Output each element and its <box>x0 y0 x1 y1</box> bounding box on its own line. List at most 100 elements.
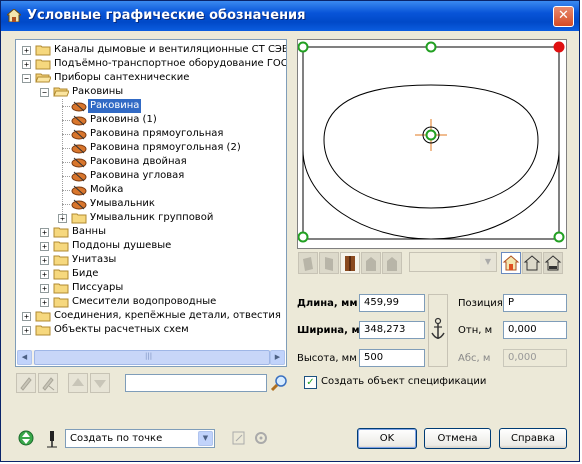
collapse-icon[interactable]: − <box>40 88 49 97</box>
expand-icon[interactable]: + <box>40 256 49 265</box>
view-button-2[interactable] <box>319 252 339 274</box>
chevron-down-icon[interactable]: ▼ <box>198 431 213 446</box>
symbol-tree[interactable]: + Каналы дымовые и вентиляционные СТ СЭВ … <box>15 39 287 367</box>
expand-icon[interactable]: + <box>22 46 31 55</box>
cancel-button[interactable]: Отмена <box>424 428 491 449</box>
sink-symbol-icon <box>71 142 87 154</box>
tree-item-label[interactable]: Соединения, крепёжные детали, отвестия <box>52 309 283 323</box>
symbol-preview[interactable] <box>297 39 567 249</box>
create-spec-label[interactable]: Создать объект спецификации <box>321 376 486 387</box>
tree-item[interactable]: − Раковины <box>16 85 286 99</box>
tree-item[interactable]: + Объекты расчетных схем <box>16 323 286 337</box>
view-button-4[interactable] <box>361 252 381 274</box>
collapse-icon[interactable]: − <box>22 74 31 83</box>
tree-item-label[interactable]: Унитазы <box>70 253 118 267</box>
tree-item-label[interactable]: Объекты расчетных схем <box>52 323 191 337</box>
tree-item-label[interactable]: Умывальник <box>88 197 157 211</box>
tree-tool-button-1[interactable] <box>16 373 36 393</box>
tree-item-label[interactable]: Смесители водопроводные <box>70 295 218 309</box>
filter-input[interactable] <box>125 374 267 392</box>
tree-item-label[interactable]: Раковина прямоугольная <box>88 127 225 141</box>
tree-tool-button-2[interactable] <box>38 373 58 393</box>
tree-item-label[interactable]: Писсуары <box>70 281 125 295</box>
tree-item-label[interactable]: Биде <box>70 267 100 281</box>
tree-item-label[interactable]: Раковина угловая <box>88 169 186 183</box>
expand-icon[interactable]: + <box>40 284 49 293</box>
settings-button[interactable] <box>252 429 270 447</box>
title-bar[interactable]: Условные графические обозначения ✕ <box>1 1 579 31</box>
length-field[interactable]: 459,99 <box>359 294 425 312</box>
tree-item-label[interactable]: Раковины <box>70 85 125 99</box>
tree-item[interactable]: Мойка <box>16 183 286 197</box>
close-button[interactable]: ✕ <box>553 6 574 27</box>
view-button-5[interactable] <box>382 252 402 274</box>
tree-item[interactable]: + Биде <box>16 267 286 281</box>
resize-handle <box>425 41 437 53</box>
tree-connector <box>62 120 70 121</box>
tree-item-label[interactable]: Приборы сантехнические <box>52 71 191 85</box>
create-spec-checkbox[interactable]: ✓ <box>304 376 317 389</box>
tree-item-label[interactable]: Раковина <box>88 99 142 113</box>
tree-item-label[interactable]: Умывальник групповой <box>88 211 215 225</box>
expand-icon[interactable]: + <box>22 326 31 335</box>
height-field[interactable]: 500 <box>359 349 425 367</box>
view-button-3[interactable] <box>340 252 360 274</box>
tree-item[interactable]: + Смесители водопроводные <box>16 295 286 309</box>
tree-item[interactable]: + Подъёмно-транспортное оборудование ГОСТ… <box>16 57 286 71</box>
tree-item-label[interactable]: Поддоны душевые <box>70 239 173 253</box>
tree-item[interactable]: + Умывальник групповой <box>16 211 286 225</box>
expand-icon[interactable]: + <box>40 298 49 307</box>
tree-horizontal-scrollbar[interactable]: ◀ ||| ▶ <box>17 350 285 365</box>
edit-disabled-icon <box>20 377 32 391</box>
tree-item[interactable]: + Каналы дымовые и вентиляционные СТ СЭВ … <box>16 43 286 57</box>
scroll-right-button[interactable]: ▶ <box>270 350 285 365</box>
tree-item[interactable]: + Писсуары <box>16 281 286 295</box>
view-dropdown[interactable]: ▼ <box>409 252 497 272</box>
tree-item[interactable]: Раковина прямоугольная (2) <box>16 141 286 155</box>
position-field[interactable]: Р <box>503 294 567 312</box>
view-gost-button[interactable] <box>543 252 563 274</box>
expand-icon[interactable]: + <box>40 270 49 279</box>
view-outline-button[interactable] <box>522 252 542 274</box>
tree-item[interactable]: Раковина <box>16 99 286 113</box>
tree-item-label[interactable]: Раковина двойная <box>88 155 189 169</box>
move-up-button[interactable] <box>68 373 88 393</box>
move-down-button[interactable] <box>90 373 110 393</box>
tree-item-label[interactable]: Раковина прямоугольная (2) <box>88 141 243 155</box>
tree-item[interactable]: Умывальник <box>16 197 286 211</box>
view-house-button[interactable] <box>501 252 521 274</box>
tree-item[interactable]: + Соединения, крепёжные детали, отвестия <box>16 309 286 323</box>
width-field[interactable]: 348,273 <box>359 321 425 339</box>
scroll-thumb[interactable]: ||| <box>34 350 270 365</box>
insert-button[interactable] <box>230 429 248 447</box>
placement-mode-select[interactable]: Создать по точке ▼ <box>65 429 215 448</box>
expand-icon[interactable]: + <box>22 312 31 321</box>
folder-icon <box>35 44 51 56</box>
refresh-button[interactable] <box>16 428 36 448</box>
expand-icon[interactable]: + <box>40 228 49 237</box>
tree-item[interactable]: Раковина (1) <box>16 113 286 127</box>
expand-icon[interactable]: + <box>22 60 31 69</box>
tree-item-label[interactable]: Раковина (1) <box>88 113 159 127</box>
view-button-1[interactable] <box>298 252 318 274</box>
help-button[interactable]: Справка <box>499 428 567 449</box>
ok-button[interactable]: OK <box>357 428 417 449</box>
tree-item[interactable]: + Поддоны душевые <box>16 239 286 253</box>
tree-item[interactable]: Раковина двойная <box>16 155 286 169</box>
tree-item[interactable]: Раковина прямоугольная <box>16 127 286 141</box>
tree-item[interactable]: + Ванны <box>16 225 286 239</box>
tree-item-label[interactable]: Ванны <box>70 225 108 239</box>
scroll-left-button[interactable]: ◀ <box>17 350 32 365</box>
tree-item-label[interactable]: Мойка <box>88 183 125 197</box>
magnifier-icon <box>270 375 287 392</box>
tree-item[interactable]: − Приборы сантехнические <box>16 71 286 85</box>
relative-field[interactable]: 0,000 <box>503 321 567 339</box>
tree-item[interactable]: + Унитазы <box>16 253 286 267</box>
search-button[interactable] <box>269 373 289 393</box>
tree-item[interactable]: Раковина угловая <box>16 169 286 183</box>
tree-item-label[interactable]: Каналы дымовые и вентиляционные СТ СЭВ 2… <box>52 43 286 57</box>
tree-item-label[interactable]: Подъёмно-транспортное оборудование ГОСТ … <box>52 57 286 71</box>
anchor-button[interactable] <box>428 294 448 367</box>
expand-icon[interactable]: + <box>40 242 49 251</box>
absolute-field[interactable]: 0,000 <box>503 349 567 367</box>
